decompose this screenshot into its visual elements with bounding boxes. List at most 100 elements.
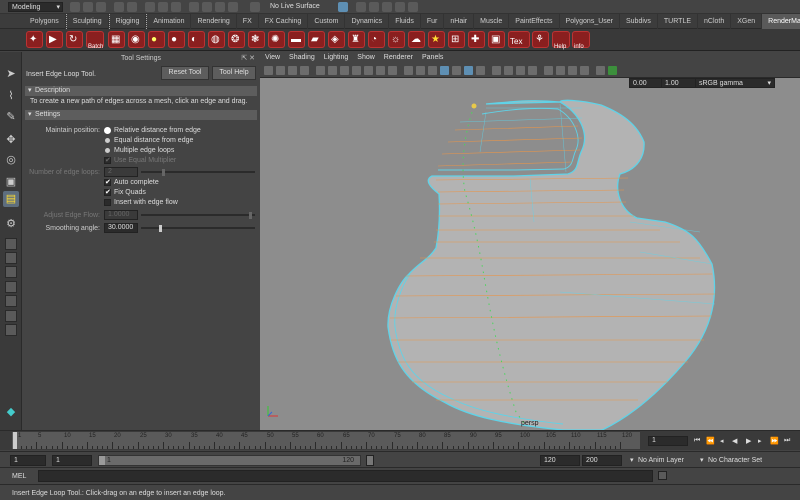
textured-icon[interactable] <box>452 66 461 75</box>
persp-hypershade-layout-icon[interactable] <box>5 310 17 322</box>
tab-fx-caching[interactable]: FX Caching <box>259 14 309 29</box>
tab-muscle[interactable]: Muscle <box>474 14 510 29</box>
symmetry-icon[interactable] <box>338 2 348 12</box>
tab-sculpting[interactable]: Sculpting <box>65 14 109 29</box>
lighting-menu[interactable]: Lighting <box>324 52 349 64</box>
save-scene-icon[interactable] <box>96 2 106 12</box>
viewport-canvas[interactable] <box>260 52 800 430</box>
portal-light-icon[interactable]: ❂ <box>228 31 245 48</box>
playback-start-field[interactable]: 1 <box>52 455 92 466</box>
insert-with-edge-flow-checkbox[interactable] <box>104 199 111 206</box>
anim-layer-dropdown[interactable]: ▾ No Anim Layer <box>630 456 684 465</box>
step-forward-frame-icon[interactable]: ▸ <box>758 437 762 445</box>
option-relative-distance[interactable]: Relative distance from edge <box>114 126 201 135</box>
animation-start-field[interactable]: 1 <box>10 455 46 466</box>
bake-icon[interactable]: ♜ <box>348 31 365 48</box>
motion-blur-icon[interactable] <box>504 66 513 75</box>
snap-curve-icon[interactable] <box>202 2 212 12</box>
panel-float-close-icon[interactable]: ⇱ ✕ <box>241 52 255 66</box>
redo-icon[interactable] <box>127 2 137 12</box>
adjust-edge-flow-slider[interactable] <box>141 214 255 216</box>
safe-title-icon[interactable] <box>388 66 397 75</box>
tab-painteffects[interactable]: PaintEffects <box>509 14 560 29</box>
texture-icon[interactable]: ◈ <box>328 31 345 48</box>
select-by-hierarchy-icon[interactable] <box>145 2 155 12</box>
number-of-edge-loops-slider[interactable] <box>141 171 255 173</box>
adjust-edge-flow-field[interactable]: 1.0000 <box>104 210 138 220</box>
side-by-side-layout-icon[interactable] <box>5 266 17 278</box>
go-to-end-icon[interactable]: ⏭ <box>784 437 790 445</box>
resolution-gate-icon[interactable] <box>340 66 349 75</box>
camera-icon[interactable]: ▣ <box>488 31 505 48</box>
lasso-tool-icon[interactable]: ⌇ <box>3 88 19 104</box>
mel-input[interactable] <box>38 470 653 482</box>
number-of-edge-loops-slider-handle[interactable] <box>162 169 165 176</box>
current-frame-field[interactable]: 1 <box>648 436 688 446</box>
script-editor-icon[interactable] <box>658 471 667 480</box>
open-scene-icon[interactable] <box>83 2 93 12</box>
paint-select-icon[interactable]: ✎ <box>3 109 19 125</box>
mode-dropdown[interactable]: Modeling ▾ <box>8 2 63 12</box>
undo-icon[interactable] <box>114 2 124 12</box>
range-slider-right-handle[interactable] <box>366 455 374 466</box>
env-light-icon[interactable]: ❃ <box>248 31 265 48</box>
range-slider-left-handle[interactable] <box>99 456 105 465</box>
select-camera-icon[interactable] <box>264 66 273 75</box>
snap-plane-icon[interactable] <box>228 2 238 12</box>
number-of-edge-loops-field[interactable]: 2 <box>104 167 138 177</box>
tab-xgen[interactable]: XGen <box>731 14 763 29</box>
play-forwards-icon[interactable]: ▶ <box>746 437 751 445</box>
tab-polygons-user[interactable]: Polygons_User <box>560 14 620 29</box>
fix-quads-checkbox[interactable]: ✔ <box>104 189 111 196</box>
film-gate-icon[interactable] <box>328 66 337 75</box>
single-pane-layout-icon[interactable] <box>5 238 17 250</box>
tab-renderman[interactable]: RenderMan <box>762 14 800 29</box>
help-icon[interactable]: Help <box>552 31 570 50</box>
tab-turtle[interactable]: TURTLE <box>658 14 699 29</box>
eye-icon[interactable]: ◉ <box>128 31 145 48</box>
reset-tool-button[interactable]: Reset Tool <box>161 66 209 80</box>
select-by-component-icon[interactable] <box>171 2 181 12</box>
wireframe-icon[interactable] <box>404 66 413 75</box>
smooth-shade-icon[interactable] <box>416 66 425 75</box>
insert-edge-loop-tool-icon[interactable]: ▤ <box>3 191 19 207</box>
current-time-indicator[interactable] <box>13 432 17 449</box>
shader-ball-icon[interactable]: ◔ <box>368 31 385 48</box>
settings-section-header[interactable]: ▾ Settings <box>25 110 257 120</box>
panels-menu[interactable]: Panels <box>422 52 443 64</box>
show-menu[interactable]: Show <box>357 52 375 64</box>
txmake-icon[interactable]: Tex <box>508 31 530 48</box>
tab-dynamics[interactable]: Dynamics <box>345 14 390 29</box>
play-backwards-icon[interactable]: ◀ <box>732 437 737 445</box>
render-icon[interactable]: ▶ <box>46 31 63 48</box>
tab-rigging[interactable]: Rigging <box>108 14 147 29</box>
select-by-object-icon[interactable] <box>158 2 168 12</box>
hdri-icon[interactable]: ☼ <box>388 31 405 48</box>
lights-icon[interactable] <box>464 66 473 75</box>
renderer-menu[interactable]: Renderer <box>384 52 413 64</box>
xray-active-icon[interactable] <box>568 66 577 75</box>
stats-icon[interactable]: ⚘ <box>532 31 549 48</box>
adjust-edge-flow-slider-handle[interactable] <box>249 212 252 219</box>
mel-label[interactable]: MEL <box>12 472 26 481</box>
area-light-icon[interactable]: ◍ <box>208 31 225 48</box>
render-settings-icon[interactable] <box>395 2 405 12</box>
scale-tool-icon[interactable]: ▣ <box>3 174 19 190</box>
tab-rendering[interactable]: Rendering <box>191 14 237 29</box>
tab-subdivs[interactable]: Subdivs <box>620 14 658 29</box>
tab-polygons[interactable]: Polygons <box>24 14 66 29</box>
step-back-frame-icon[interactable]: ◂ <box>720 437 724 445</box>
star-icon[interactable]: ★ <box>428 31 445 48</box>
anti-aliasing-icon[interactable] <box>516 66 525 75</box>
grid-icon[interactable] <box>316 66 325 75</box>
render-view-icon[interactable] <box>356 2 366 12</box>
tab-fluids[interactable]: Fluids <box>389 14 421 29</box>
viewport-persp[interactable]: View Shading Lighting Show Renderer Pane… <box>260 52 800 430</box>
use-equal-multiplier-checkbox[interactable]: ✔ <box>104 157 111 164</box>
ipr-render-icon[interactable] <box>382 2 392 12</box>
camera-attributes-icon[interactable] <box>276 66 285 75</box>
snap-grid-icon[interactable] <box>189 2 199 12</box>
shadows-icon[interactable] <box>476 66 485 75</box>
ipr-icon[interactable]: ↻ <box>66 31 83 48</box>
gamma-field[interactable]: 1.00 <box>661 78 699 88</box>
